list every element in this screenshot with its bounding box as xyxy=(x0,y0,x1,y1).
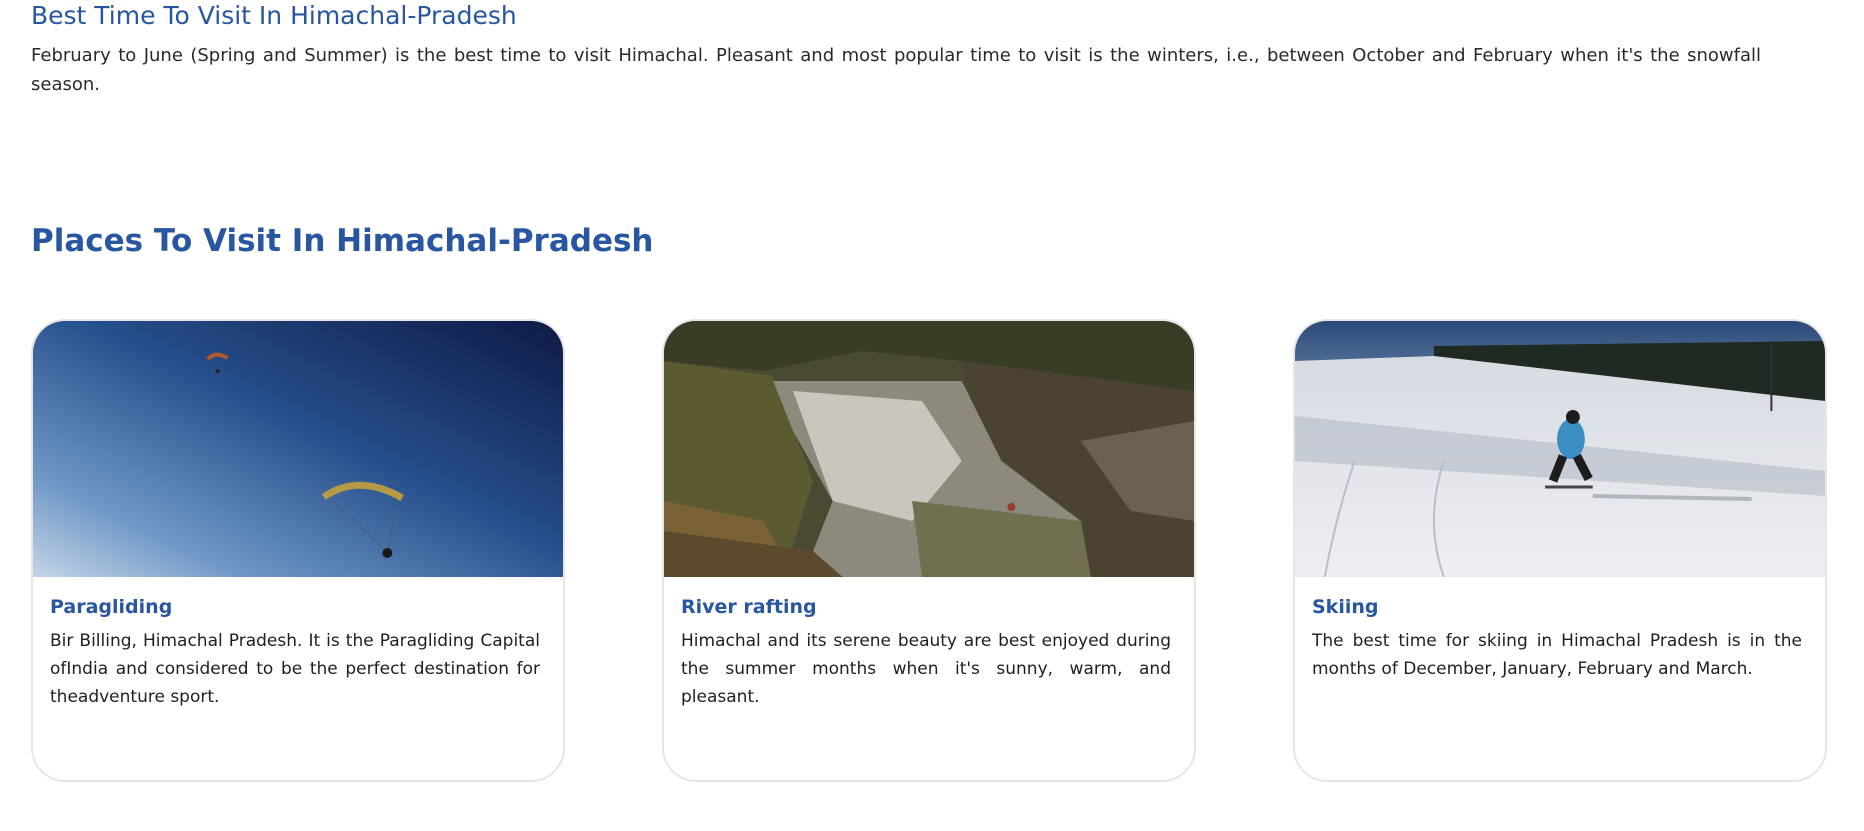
skiing-image xyxy=(1295,321,1825,577)
place-card-river-rafting[interactable]: River rafting Himachal and its serene be… xyxy=(662,319,1196,782)
page: Best Time To Visit In Himachal-Pradesh F… xyxy=(0,0,1864,831)
river-rafting-image xyxy=(664,321,1194,577)
card-description: Himachal and its serene beauty are best … xyxy=(681,631,1171,707)
paragliding-image xyxy=(33,321,563,577)
best-time-section: Best Time To Visit In Himachal-Pradesh F… xyxy=(31,0,1761,99)
card-description: Bir Billing, Himachal Pradesh. It is the… xyxy=(50,631,540,707)
place-card-paragliding[interactable]: Paragliding Bir Billing, Himachal Prades… xyxy=(31,319,565,782)
card-title[interactable]: Paragliding xyxy=(50,593,172,621)
places-heading: Places To Visit In Himachal-Pradesh xyxy=(31,223,654,259)
best-time-heading: Best Time To Visit In Himachal-Pradesh xyxy=(31,1,517,30)
card-title[interactable]: River rafting xyxy=(681,593,817,621)
card-description: The best time for skiing in Himachal Pra… xyxy=(1312,631,1802,679)
place-card-skiing[interactable]: Skiing The best time for skiing in Himac… xyxy=(1293,319,1827,782)
card-title[interactable]: Skiing xyxy=(1312,593,1378,621)
best-time-description: February to June (Spring and Summer) is … xyxy=(31,45,1761,95)
